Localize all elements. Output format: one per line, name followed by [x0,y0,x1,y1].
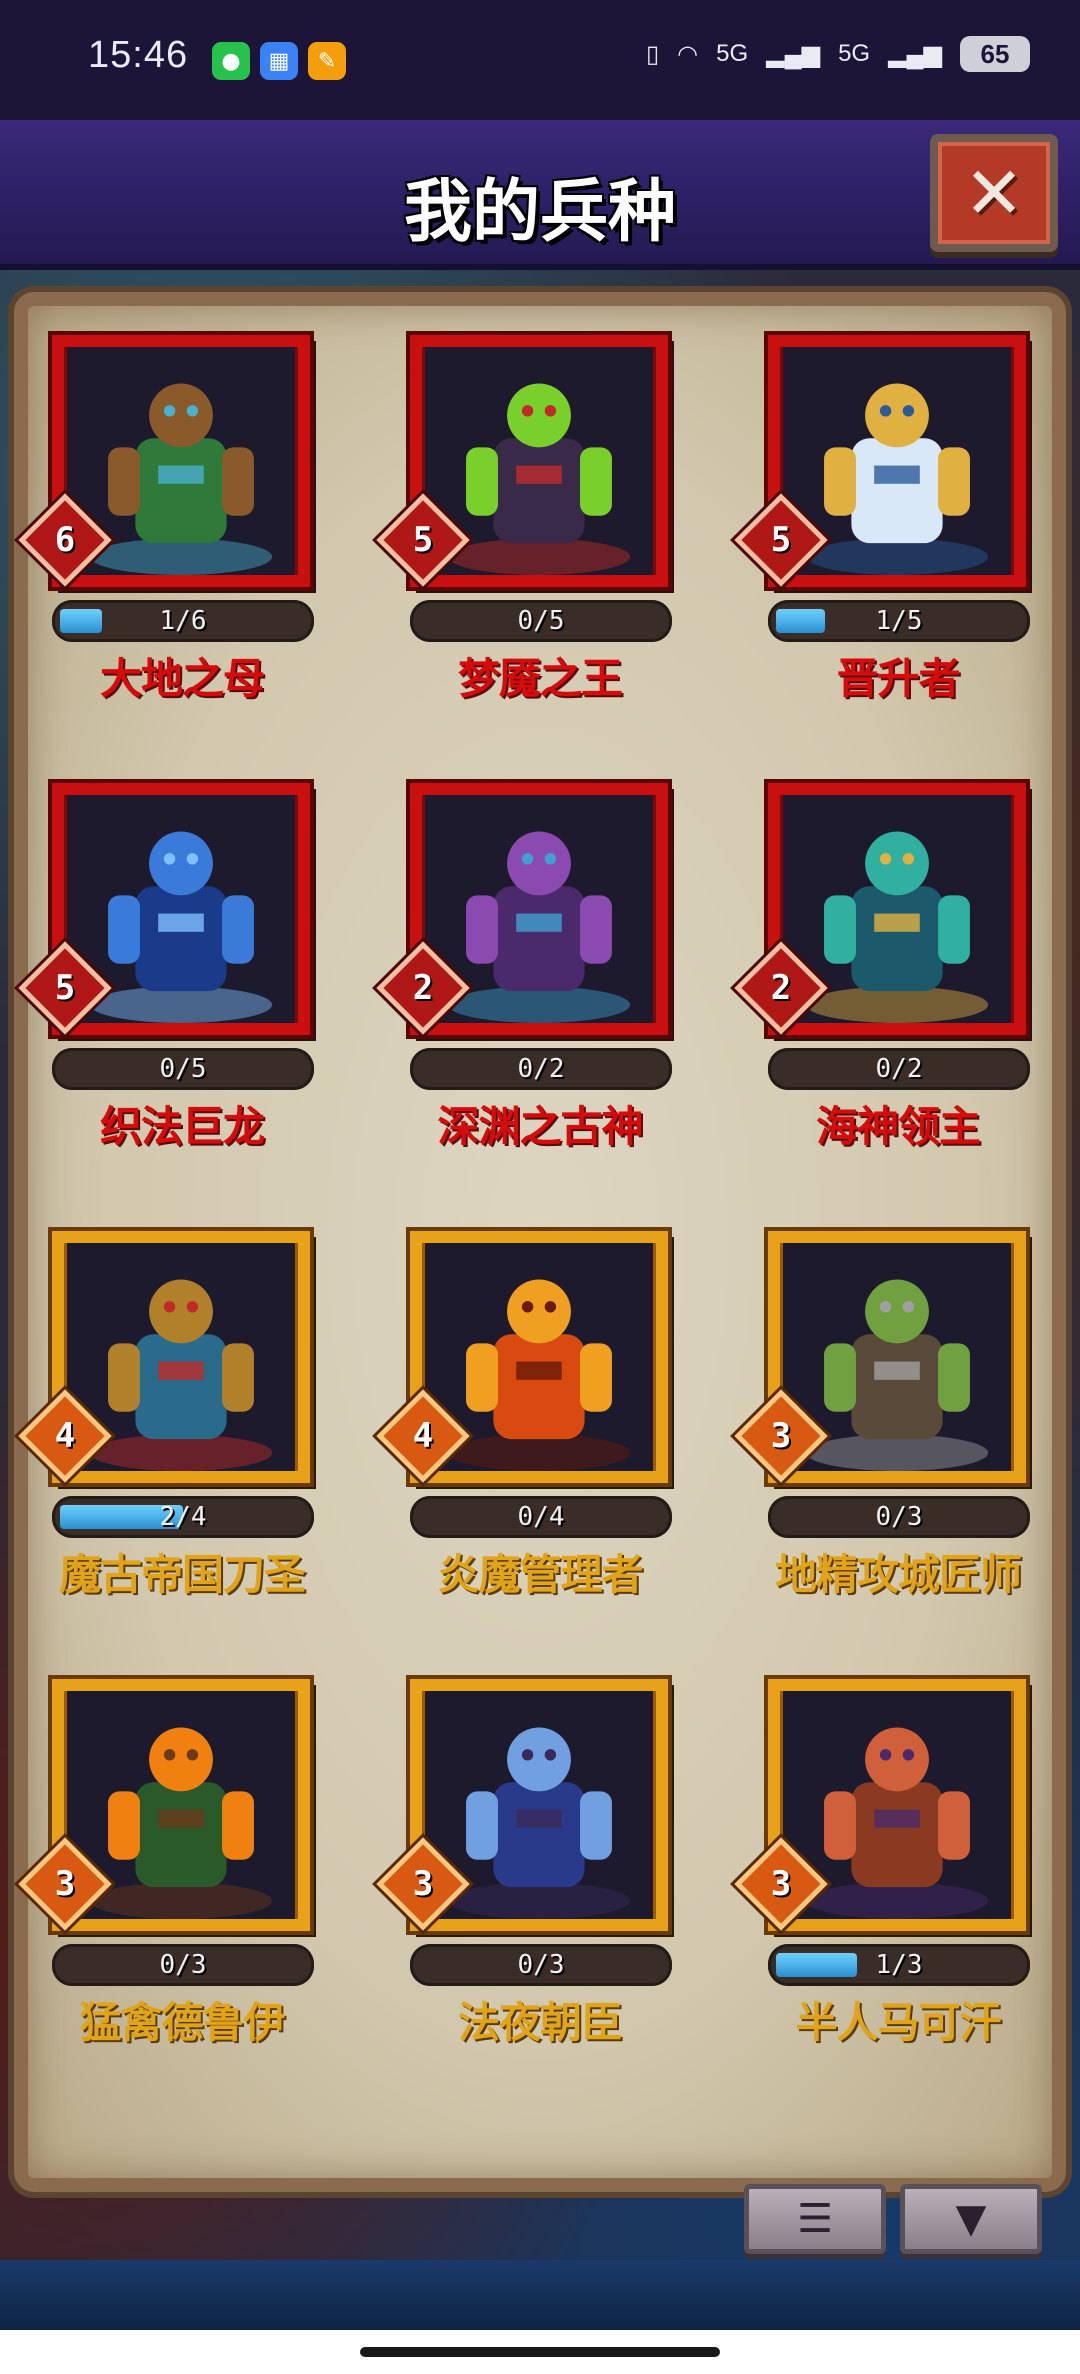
level-number: 2 [412,968,434,1008]
unit-card[interactable]: 5 1/5 晋升者 [734,335,1058,755]
calculator-icon: ▦ [260,42,298,80]
progress-text: 0/3 [159,1950,207,1980]
unit-name: 地精攻城匠师 [774,1550,1022,1599]
unit-card[interactable]: 5 0/5 织法巨龙 [18,783,342,1203]
progress-text: 0/5 [517,606,565,636]
progress-bar: 1/6 [52,600,314,642]
unit-card[interactable]: 2 0/2 深渊之古神 [376,783,700,1203]
level-number: 6 [54,520,76,560]
filter-icon: ▼ [955,2196,987,2242]
page-title: 我的兵种 [403,173,676,252]
unit-name: 深渊之古神 [437,1102,643,1151]
progress-text: 1/6 [159,606,207,636]
wechat-icon: ● [212,42,250,80]
signal-label-1: 5G [716,40,749,67]
unit-name: 魔古帝国刀圣 [58,1550,306,1599]
status-bar: 15:46 ● ▦ ✎ ▯ ◠ 5G ▂▄▆ 5G ▂▄▆ 65 [0,0,1080,120]
progress-text: 0/5 [159,1054,207,1084]
progress-text: 0/2 [517,1054,565,1084]
progress-bar: 0/4 [410,1496,672,1538]
progress-text: 0/4 [517,1502,565,1532]
status-time: 15:46 [88,34,189,76]
list-icon: ☰ [797,2196,833,2242]
level-number: 4 [54,1416,76,1456]
signal-label-2: 5G [838,40,871,67]
home-indicator[interactable] [360,2347,720,2357]
battery-indicator: 65 [960,36,1030,72]
unit-card[interactable]: 5 0/5 梦魇之王 [376,335,700,755]
progress-bar: 2/4 [52,1496,314,1538]
header-bar: 我的兵种 ✕ [0,120,1080,270]
level-number: 3 [54,1864,76,1904]
progress-bar: 0/2 [768,1048,1030,1090]
progress-bar: 0/3 [52,1944,314,1986]
level-number: 2 [770,968,792,1008]
wifi-icon: ◠ [677,40,699,68]
unit-grid: 6 1/6 大地之母 5 0/5 梦魇之王 5 1/5 晋升者 5 0/5 织法巨龙 2 0/2 深渊之古神… [18,335,1058,2095]
level-number: 5 [770,520,792,560]
unit-name: 海神领主 [815,1102,981,1151]
unit-card[interactable]: 3 0/3 猛禽德鲁伊 [18,1679,342,2099]
progress-bar: 1/5 [768,600,1030,642]
unit-name: 织法巨龙 [99,1102,265,1151]
unit-card[interactable]: 3 1/3 半人马可汗 [734,1679,1058,2099]
progress-bar: 0/5 [410,600,672,642]
list-view-button[interactable]: ☰ [744,2184,886,2254]
progress-bar: 0/3 [410,1944,672,1986]
close-icon: ✕ [963,151,1025,235]
unit-card[interactable]: 4 2/4 魔古帝国刀圣 [18,1231,342,1651]
progress-bar: 0/2 [410,1048,672,1090]
progress-text: 1/5 [875,606,923,636]
unit-name: 晋升者 [836,654,960,703]
unit-name: 梦魇之王 [457,654,623,703]
status-indicators: ▯ ◠ 5G ▂▄▆ 5G ▂▄▆ 65 [646,36,1030,72]
progress-bar: 1/3 [768,1944,1030,1986]
unit-name: 猛禽德鲁伊 [79,1998,285,2047]
vibrate-icon: ▯ [645,40,660,68]
level-number: 5 [412,520,434,560]
progress-text: 0/3 [875,1502,923,1532]
level-number: 3 [770,1864,792,1904]
progress-text: 1/3 [875,1950,923,1980]
background-water [0,2260,1080,2330]
notes-icon: ✎ [308,42,346,80]
unit-name: 炎魔管理者 [437,1550,643,1599]
unit-card[interactable]: 3 0/3 地精攻城匠师 [734,1231,1058,1651]
level-number: 4 [412,1416,434,1456]
progress-bar: 0/3 [768,1496,1030,1538]
unit-card[interactable]: 2 0/2 海神领主 [734,783,1058,1203]
signal-icon-2: ▂▄▆ [888,40,942,68]
unit-name: 半人马可汗 [795,1998,1001,2047]
level-number: 5 [54,968,76,1008]
progress-text: 0/2 [875,1054,923,1084]
progress-text: 2/4 [159,1502,207,1532]
signal-icon-1: ▂▄▆ [766,40,821,68]
unit-card[interactable]: 4 0/4 炎魔管理者 [376,1231,700,1651]
unit-card[interactable]: 6 1/6 大地之母 [18,335,342,755]
unit-card[interactable]: 3 0/3 法夜朝臣 [376,1679,700,2099]
unit-name: 法夜朝臣 [457,1998,623,2047]
progress-bar: 0/5 [52,1048,314,1090]
level-number: 3 [412,1864,434,1904]
close-button[interactable]: ✕ [930,134,1058,252]
level-number: 3 [770,1416,792,1456]
unit-name: 大地之母 [99,654,265,703]
progress-text: 0/3 [517,1950,565,1980]
filter-button[interactable]: ▼ [900,2184,1042,2254]
